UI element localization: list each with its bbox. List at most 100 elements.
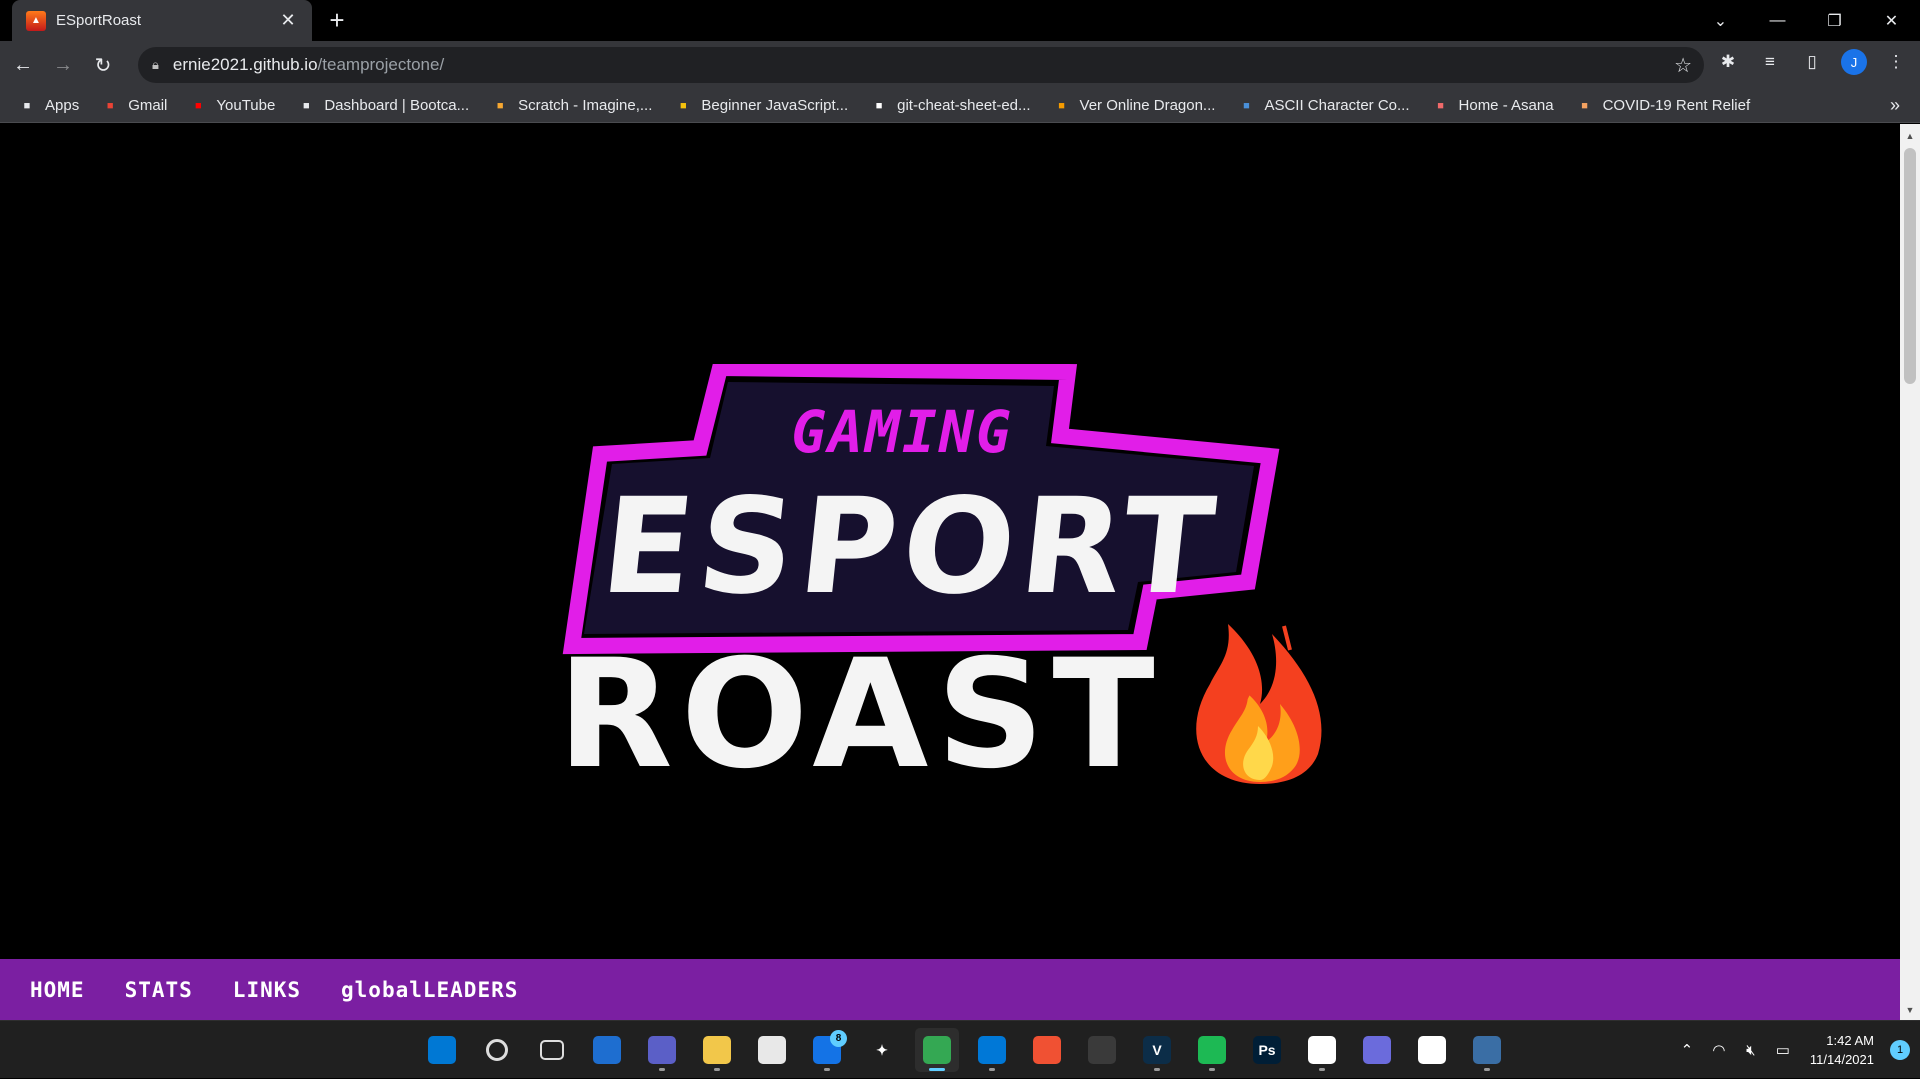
mail-unread-badge: 8	[830, 1030, 847, 1047]
address-bar[interactable]: 🔒︎ ernie2021.github.io /teamprojectone/ …	[138, 47, 1704, 83]
github-icon: ■	[875, 99, 883, 112]
nav-link-stats[interactable]: STATS	[125, 978, 193, 1002]
bookmark-item[interactable]: ■ Beginner JavaScript...	[674, 97, 848, 115]
bookmark-label: Gmail	[128, 97, 168, 114]
battery-icon[interactable]: ▭	[1772, 1041, 1794, 1059]
photoshop-button[interactable]: Ps	[1245, 1028, 1289, 1072]
bookmark-label: Ver Online Dragon...	[1079, 97, 1216, 114]
page-scrollbar[interactable]: ▲ ▼	[1900, 124, 1920, 1020]
volume-muted-icon[interactable]: 🔇︎	[1740, 1042, 1762, 1059]
vscode-button[interactable]	[970, 1028, 1014, 1072]
browser-tab-active[interactable]: ▲ ESportRoast ✕	[12, 0, 312, 41]
bookmark-item[interactable]: ■ Apps	[18, 97, 80, 115]
file-explorer-icon	[703, 1036, 731, 1064]
start-button[interactable]	[420, 1028, 464, 1072]
clock-time: 1:42 AM	[1826, 1033, 1874, 1048]
side-panel-icon[interactable]: ▯	[1798, 48, 1826, 76]
scroll-down-arrow-icon[interactable]: ▼	[1900, 1002, 1920, 1018]
back-button[interactable]: ←	[6, 48, 40, 82]
bookmarks-overflow-icon[interactable]: »	[1890, 95, 1900, 116]
bookmark-label: Home - Asana	[1458, 97, 1554, 114]
slack-button[interactable]	[1300, 1028, 1344, 1072]
windows-taskbar: 8 ✦ V Ps ⌃ ◠ 🔇︎ ▭ 1:42 AM 11/14/2021 1	[0, 1020, 1920, 1078]
running-indicator	[824, 1068, 830, 1071]
gmail-icon: ■	[106, 99, 114, 112]
bookmark-item[interactable]: ■ Home - Asana	[1432, 97, 1554, 115]
lock-icon[interactable]: 🔒︎	[152, 57, 159, 73]
media-controls-icon[interactable]: ≡	[1756, 48, 1784, 76]
bookmark-label: Beginner JavaScript...	[701, 97, 849, 114]
bookmark-item[interactable]: ■ YouTube	[189, 97, 275, 115]
reload-button[interactable]: ↻	[86, 48, 120, 82]
nav-link-home[interactable]: HOME	[30, 978, 85, 1002]
tray-overflow-chevron-icon[interactable]: ⌃	[1676, 1041, 1698, 1059]
tab-title: ESportRoast	[56, 12, 142, 29]
url-path: /teamprojectone/	[317, 55, 445, 74]
v-app-button[interactable]: V	[1135, 1028, 1179, 1072]
new-tab-button[interactable]: +	[322, 6, 352, 36]
minimize-button[interactable]: —	[1749, 0, 1806, 41]
dragon-ball-icon: ■	[1058, 99, 1065, 112]
tab-close-icon[interactable]: ✕	[278, 10, 298, 31]
scroll-up-arrow-icon[interactable]: ▲	[1900, 128, 1920, 144]
bookmark-item[interactable]: ■ Scratch - Imagine,...	[491, 97, 653, 115]
bookmark-item[interactable]: ■ git-cheat-sheet-ed...	[870, 97, 1031, 115]
bookmarks-bar: ■ Apps ■ Gmail ■ YouTube ■ Dashboard | Bootca..…	[0, 89, 1920, 123]
notification-count-badge[interactable]: 1	[1890, 1040, 1910, 1060]
pr-icon: ■	[1243, 99, 1250, 112]
bookmark-star-icon[interactable]: ☆	[1674, 53, 1692, 78]
bookmark-label: Apps	[45, 97, 80, 114]
forward-button[interactable]: →	[46, 48, 80, 82]
window-controls: ⌄ — ❐ ✕	[1692, 0, 1920, 41]
toolbar-actions: ✱ ≡ ▯ J ⋮	[1714, 48, 1910, 76]
apps-grid-icon: ■	[23, 99, 31, 112]
running-indicator	[1484, 1068, 1490, 1071]
bookmark-item[interactable]: ■ ASCII Character Co...	[1237, 97, 1409, 115]
bookmark-item[interactable]: ■ Ver Online Dragon...	[1053, 97, 1216, 115]
chrome-button[interactable]	[915, 1028, 959, 1072]
close-window-button[interactable]: ✕	[1863, 0, 1920, 41]
teams-chat-button[interactable]	[640, 1028, 684, 1072]
bookmark-item[interactable]: ■ Dashboard | Bootca...	[297, 97, 469, 115]
restore-button[interactable]: ❐	[1806, 0, 1863, 41]
tab-search-chevron-icon[interactable]: ⌄	[1692, 0, 1749, 41]
tab-favicon-icon: ▲	[26, 10, 46, 31]
task-view-button[interactable]	[530, 1028, 574, 1072]
bookmark-item[interactable]: ■ COVID-19 Rent Relief	[1576, 97, 1750, 115]
widgets-button[interactable]	[585, 1028, 629, 1072]
nav-link-links[interactable]: LINKS	[233, 978, 301, 1002]
v-app-icon: V	[1143, 1036, 1171, 1064]
spotify-button[interactable]	[1190, 1028, 1234, 1072]
store-icon	[758, 1036, 786, 1064]
logo-text-roast: ROAST	[560, 628, 1163, 802]
extensions-puzzle-icon[interactable]: ✱	[1714, 48, 1742, 76]
dropbox-button[interactable]: ✦	[860, 1028, 904, 1072]
mysql-workbench-button[interactable]	[1465, 1028, 1509, 1072]
widgets-icon	[593, 1036, 621, 1064]
covid-relief-icon: ■	[1581, 99, 1588, 112]
chrome-icon	[923, 1036, 951, 1064]
profile-avatar[interactable]: J	[1840, 48, 1868, 76]
search-button[interactable]	[475, 1028, 519, 1072]
bookmark-item[interactable]: ■ Gmail	[101, 97, 168, 115]
spotify-icon	[1198, 1036, 1226, 1064]
store-button[interactable]	[750, 1028, 794, 1072]
chrome-menu-icon[interactable]: ⋮	[1882, 48, 1910, 76]
bookmark-label: git-cheat-sheet-ed...	[897, 97, 1031, 114]
wifi-icon[interactable]: ◠	[1708, 1041, 1730, 1059]
photoshop-icon: Ps	[1253, 1036, 1281, 1064]
mongodb-icon	[1418, 1036, 1446, 1064]
eclipse-button[interactable]	[1355, 1028, 1399, 1072]
running-indicator	[1209, 1068, 1215, 1071]
mail-button[interactable]: 8	[805, 1028, 849, 1072]
file-explorer-button[interactable]	[695, 1028, 739, 1072]
git-button[interactable]	[1025, 1028, 1069, 1072]
nav-link-global-leaders[interactable]: globalLEADERS	[341, 978, 518, 1002]
davinci-button[interactable]	[1080, 1028, 1124, 1072]
taskbar-clock[interactable]: 1:42 AM 11/14/2021	[1810, 1031, 1874, 1069]
mysql-workbench-icon	[1473, 1036, 1501, 1064]
scroll-thumb[interactable]	[1904, 148, 1916, 384]
running-indicator	[1319, 1068, 1325, 1071]
mongodb-button[interactable]	[1410, 1028, 1454, 1072]
site-nav: HOME STATS LINKS globalLEADERS	[0, 959, 1900, 1020]
